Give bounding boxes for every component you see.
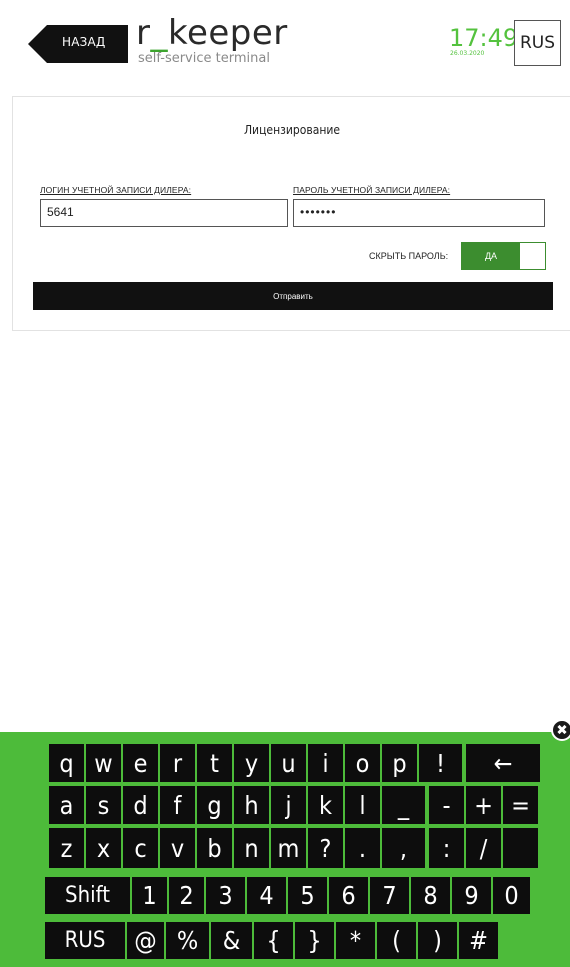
key-f[interactable]: f	[160, 786, 195, 824]
hide-password-label: СКРЫТЬ ПАРОЛЬ:	[369, 251, 449, 261]
licensing-panel: Лицензирование ЛОГИН УЧЕТНОЙ ЗАПИСИ ДИЛЕ…	[12, 96, 570, 331]
submit-button[interactable]: Отправить	[33, 282, 553, 310]
key-7[interactable]: 7	[370, 877, 409, 914]
key-symbol-37[interactable]: %	[166, 922, 209, 959]
key-symbol-40[interactable]: (	[377, 922, 416, 959]
key-8[interactable]: 8	[411, 877, 450, 914]
page-title: Лицензирование	[243, 123, 341, 137]
key-symbol-46[interactable]: .	[345, 828, 380, 868]
key-h[interactable]: h	[234, 786, 269, 824]
key-c[interactable]: c	[123, 828, 158, 868]
key-g[interactable]: g	[197, 786, 232, 824]
key-w[interactable]: w	[86, 744, 121, 782]
key-6[interactable]: 6	[329, 877, 368, 914]
key-d[interactable]: d	[123, 786, 158, 824]
key-i[interactable]: i	[308, 744, 343, 782]
back-button[interactable]: НАЗАД	[28, 25, 128, 63]
key-symbol-42[interactable]: *	[336, 922, 375, 959]
key-symbol-61[interactable]: =	[503, 786, 538, 824]
key-x[interactable]: x	[86, 828, 121, 868]
key-symbol-41[interactable]: )	[418, 922, 457, 959]
key-l[interactable]: l	[345, 786, 380, 824]
password-label: ПАРОЛЬ УЧЕТНОЙ ЗАПИСИ ДИЛЕРА:	[293, 185, 451, 195]
key-symbol-63[interactable]: ?	[308, 828, 343, 868]
key-symbol-44[interactable]: ,	[382, 828, 425, 868]
key-rus[interactable]: RUS	[45, 922, 125, 959]
key-symbol-43[interactable]: +	[466, 786, 501, 824]
key-r[interactable]: r	[160, 744, 195, 782]
key-a[interactable]: a	[49, 786, 84, 824]
key-k[interactable]: k	[308, 786, 343, 824]
key-symbol-95[interactable]: _	[382, 786, 425, 824]
key-e[interactable]: e	[123, 744, 158, 782]
key-b[interactable]: b	[197, 828, 232, 868]
key-p[interactable]: p	[382, 744, 417, 782]
key-backspace[interactable]: ←	[466, 744, 540, 782]
key-blank[interactable]	[503, 828, 538, 868]
key-9[interactable]: 9	[452, 877, 491, 914]
close-keyboard-icon[interactable]	[551, 719, 570, 741]
key-1[interactable]: 1	[132, 877, 167, 914]
key-symbol-123[interactable]: {	[254, 922, 293, 959]
key-z[interactable]: z	[49, 828, 84, 868]
toggle-state: ДА	[462, 243, 520, 269]
key-symbol-33[interactable]: !	[419, 744, 462, 782]
key-symbol-47[interactable]: /	[466, 828, 501, 868]
key-o[interactable]: o	[345, 744, 380, 782]
logo-subtitle: self-service terminal	[138, 51, 270, 66]
key-v[interactable]: v	[160, 828, 195, 868]
r-keeper-logo: r_keeper self-service terminal	[136, 13, 288, 66]
login-label: ЛОГИН УЧЕТНОЙ ЗАПИСИ ДИЛЕРА:	[40, 185, 192, 195]
key-symbol-58[interactable]: :	[429, 828, 464, 868]
key-n[interactable]: n	[234, 828, 269, 868]
key-symbol-35[interactable]: #	[459, 922, 498, 959]
key-symbol-64[interactable]: @	[127, 922, 164, 959]
key-symbol-38[interactable]: &	[211, 922, 252, 959]
key-symbol-125[interactable]: }	[295, 922, 334, 959]
key-3[interactable]: 3	[206, 877, 245, 914]
key-4[interactable]: 4	[247, 877, 286, 914]
key-m[interactable]: m	[271, 828, 306, 868]
clock-time: 17:49	[449, 24, 519, 52]
key-y[interactable]: y	[234, 744, 269, 782]
clock: 17:49 26.03.2020	[449, 26, 518, 57]
login-input[interactable]: 5641	[40, 199, 288, 227]
key-u[interactable]: u	[271, 744, 306, 782]
key-s[interactable]: s	[86, 786, 121, 824]
key-symbol-45[interactable]: -	[429, 786, 464, 824]
key-0[interactable]: 0	[493, 877, 530, 914]
key-j[interactable]: j	[271, 786, 306, 824]
header: НАЗАД r_keeper self-service terminal 17:…	[0, 0, 570, 92]
language-button[interactable]: RUS	[514, 20, 561, 66]
key-t[interactable]: t	[197, 744, 232, 782]
on-screen-keyboard: q w e r t y u i o p! ← a s d f g h j k l _ - + = z x c v b n m?.,: / Shi…	[0, 732, 570, 967]
back-button-label: НАЗАД	[62, 35, 106, 49]
key-2[interactable]: 2	[169, 877, 204, 914]
password-input[interactable]: •••••••	[293, 199, 545, 227]
hide-password-toggle[interactable]: ДА	[461, 242, 546, 270]
key-5[interactable]: 5	[288, 877, 327, 914]
key-q[interactable]: q	[49, 744, 84, 782]
key-shift[interactable]: Shift	[45, 877, 130, 914]
